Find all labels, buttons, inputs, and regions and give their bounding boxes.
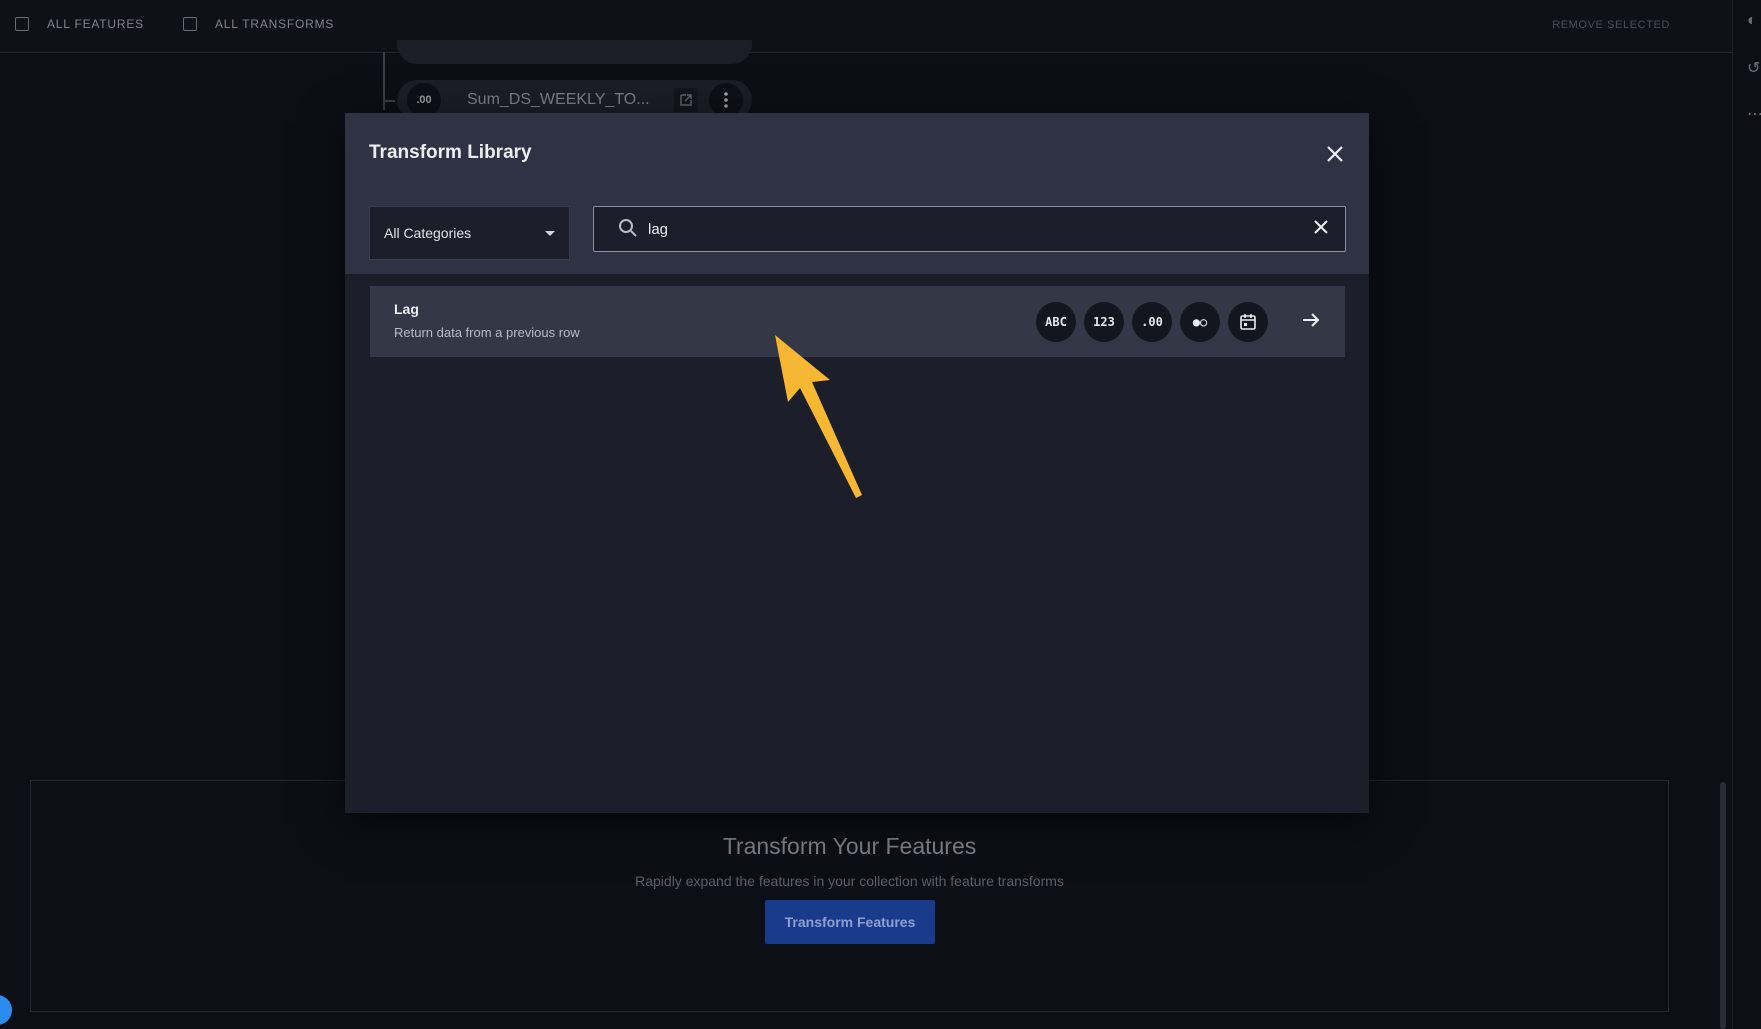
checkbox-icon[interactable] <box>15 17 29 31</box>
feature-name: Sum_DS_WEEKLY_TO... <box>467 91 650 108</box>
supported-types: ABC 123 .00 ●○ <box>1036 302 1268 342</box>
category-selected-value: All Categories <box>384 225 472 241</box>
help-fab[interactable] <box>0 995 12 1025</box>
all-features-label: ALL FEATURES <box>47 17 144 31</box>
modal-header: Transform Library <box>345 113 1369 195</box>
feature-node-partial <box>397 40 752 64</box>
search-box[interactable] <box>593 206 1346 252</box>
remove-selected-button[interactable]: REMOVE SELECTED <box>1552 19 1670 31</box>
chevron-down-icon <box>545 231 555 236</box>
eye-icon[interactable]: ◐ <box>1747 12 1757 30</box>
search-icon <box>618 218 638 243</box>
category-select[interactable]: All Categories <box>369 206 570 260</box>
cta-subtitle: Rapidly expand the features in your coll… <box>635 873 1064 889</box>
search-input[interactable] <box>646 217 1290 241</box>
tree-connector <box>383 100 395 102</box>
filter-bar: All Categories <box>345 194 1369 274</box>
boolean-type-badge: ●○ <box>1180 302 1220 342</box>
clear-search-icon[interactable] <box>1313 219 1329 240</box>
checkbox-icon[interactable] <box>183 17 197 31</box>
history-icon[interactable]: ↺ <box>1747 58 1760 78</box>
numeric-type-badge: .00 <box>407 83 441 117</box>
decimal-type-badge: .00 <box>1132 302 1172 342</box>
text-type-badge: ABC <box>1036 302 1076 342</box>
transform-description: Return data from a previous row <box>394 325 580 340</box>
calendar-icon <box>1228 302 1268 342</box>
scrollbar[interactable] <box>1720 782 1726 1029</box>
all-transforms-label: ALL TRANSFORMS <box>215 17 335 31</box>
open-external-icon[interactable] <box>674 88 698 112</box>
all-features-checkbox[interactable]: ALL FEATURES <box>15 17 144 31</box>
arrow-right-icon[interactable] <box>1301 310 1321 335</box>
top-toolbar: ALL FEATURES ALL TRANSFORMS REMOVE SELEC… <box>0 0 1732 53</box>
close-icon[interactable] <box>1321 140 1349 168</box>
all-transforms-checkbox[interactable]: ALL TRANSFORMS <box>183 17 334 31</box>
transform-name: Lag <box>394 301 419 317</box>
cta-title: Transform Your Features <box>722 833 977 859</box>
transform-features-button[interactable]: Transform Features <box>765 900 935 944</box>
modal-title: Transform Library <box>369 142 532 163</box>
right-rail: ◐ ↺ ⋯ <box>1732 0 1761 1029</box>
annotation-arrow-icon <box>775 335 862 498</box>
integer-type-badge: 123 <box>1084 302 1124 342</box>
more-icon[interactable]: ⋯ <box>1747 104 1761 124</box>
kebab-menu-icon[interactable] <box>709 83 743 117</box>
transform-cta-panel: Transform Your Features Rapidly expand t… <box>30 780 1669 1012</box>
